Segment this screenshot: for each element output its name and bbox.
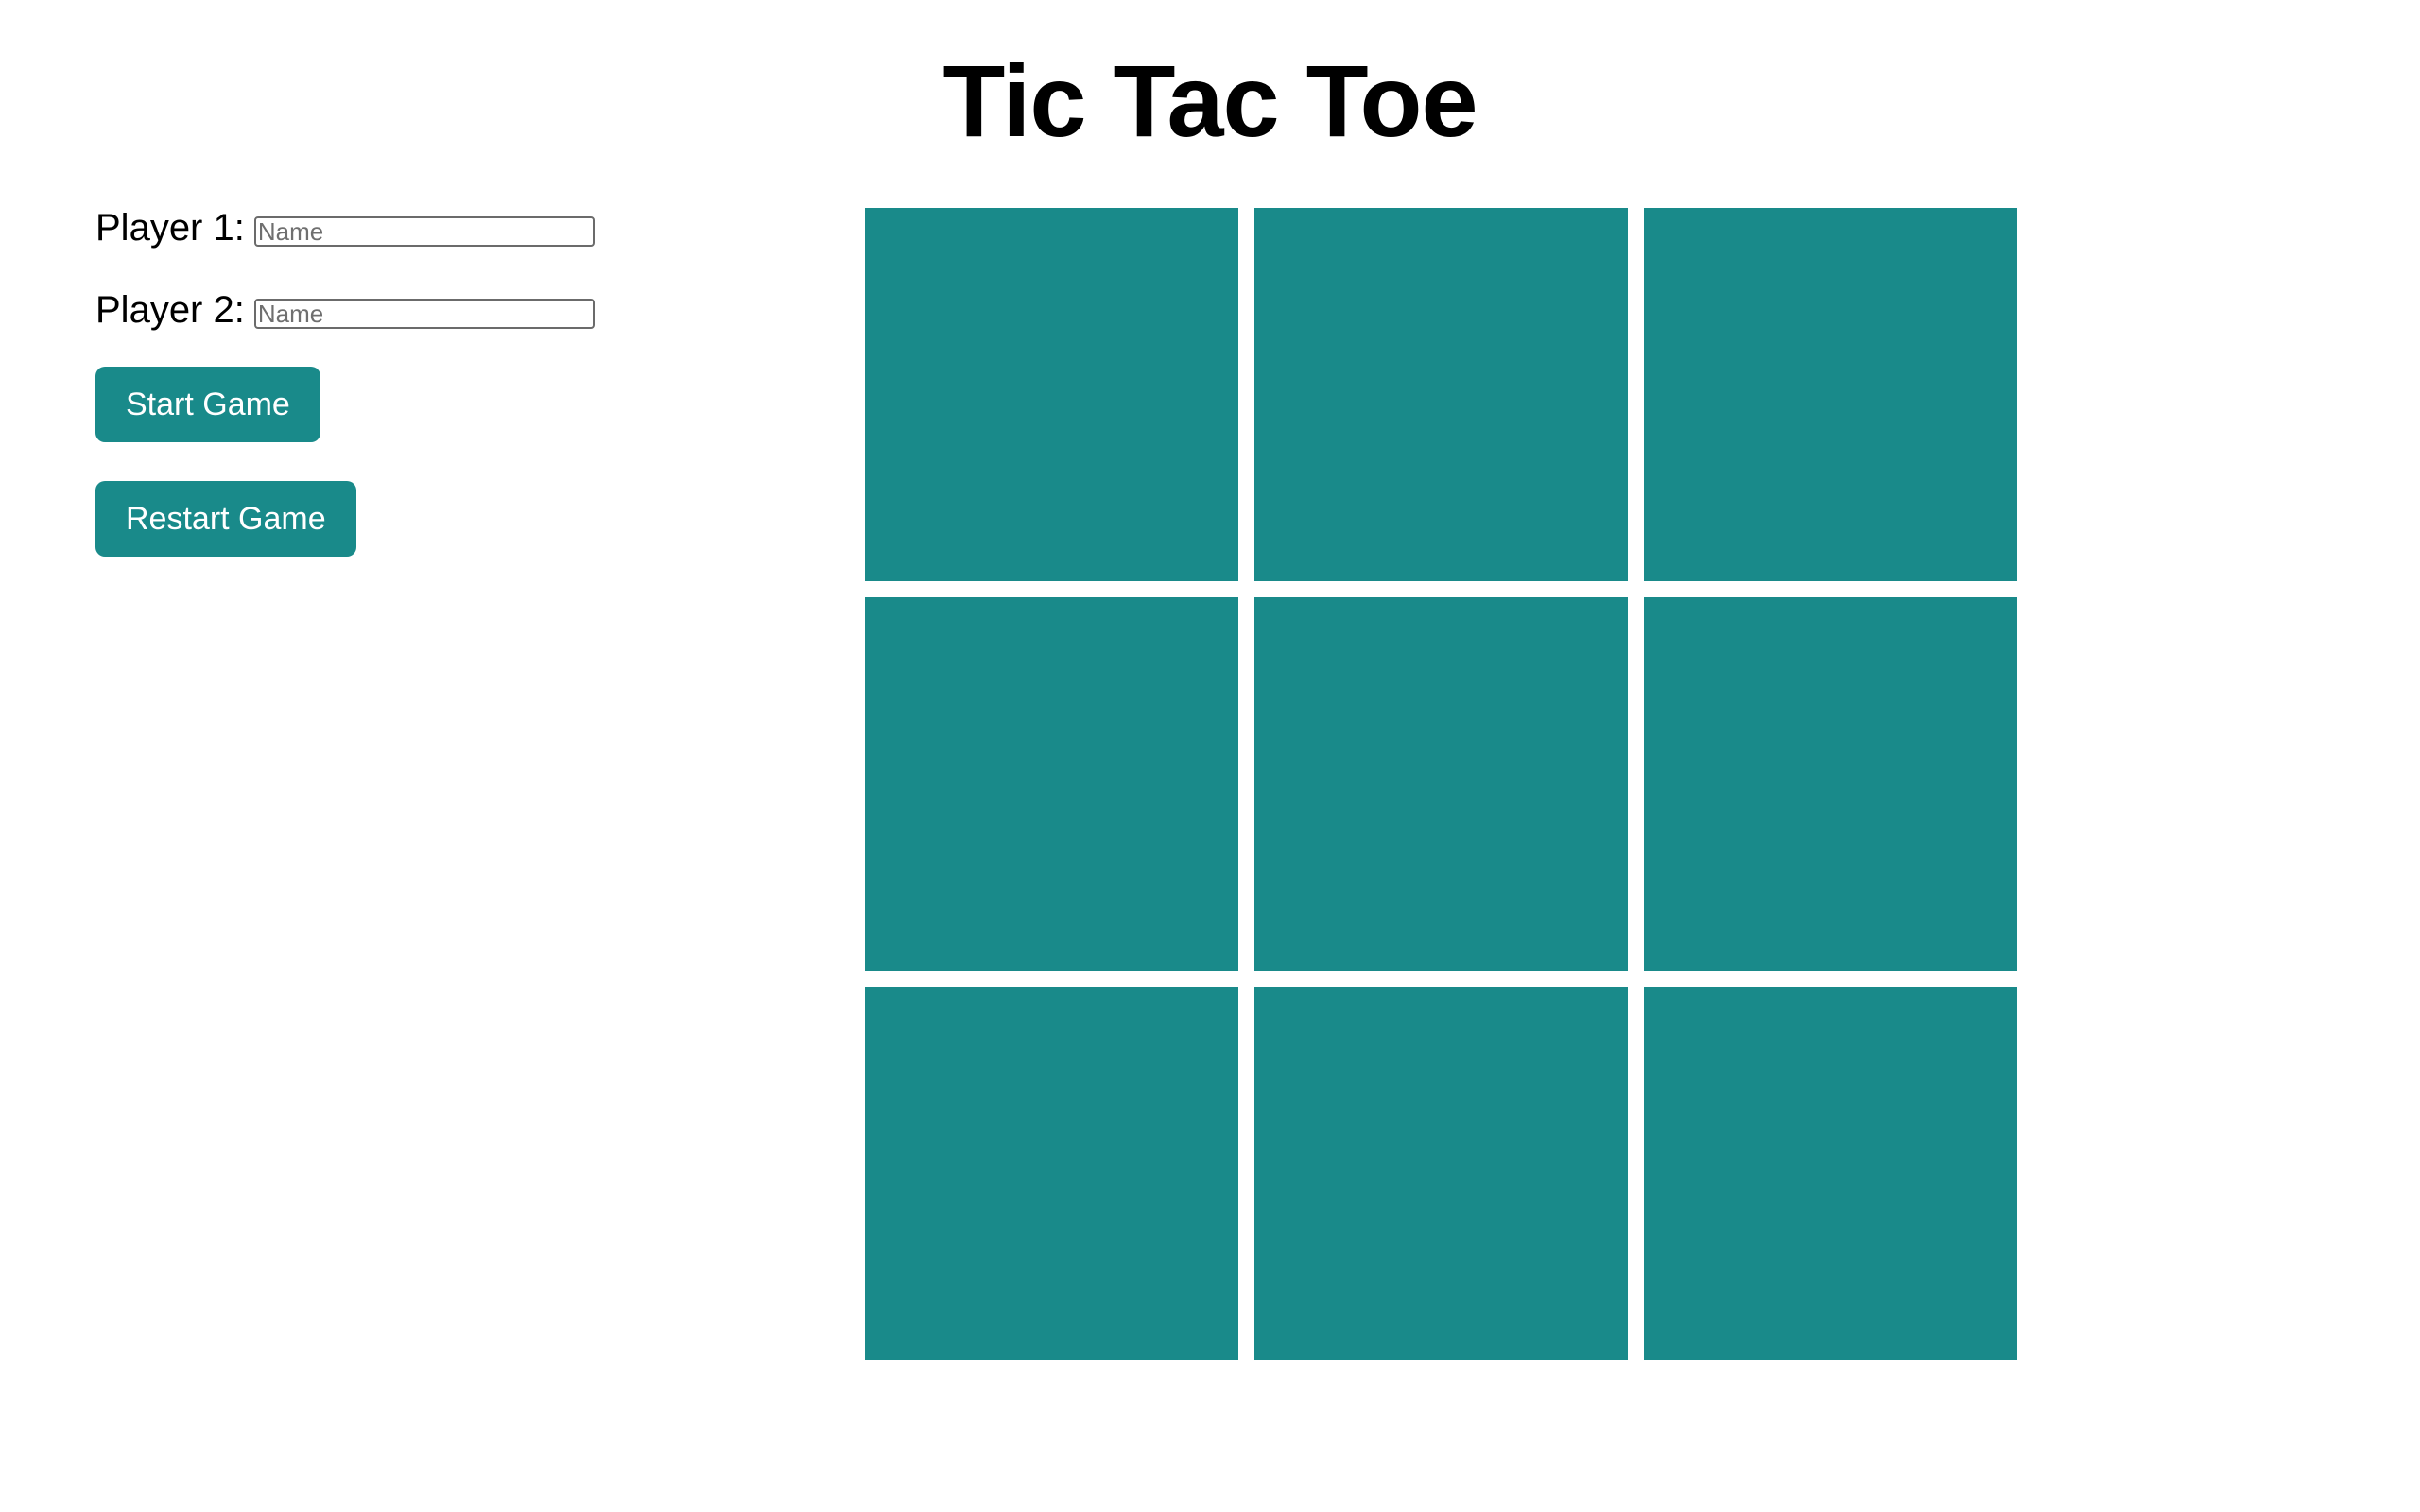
board-cell-6[interactable] [1644, 597, 2017, 971]
player-1-label: Player 1: [95, 207, 245, 249]
board-cell-9[interactable] [1644, 987, 2017, 1360]
start-game-button[interactable]: Start Game [95, 367, 320, 442]
board-cell-5[interactable] [1254, 597, 1628, 971]
page: Tic Tac Toe Player 1: Player 2: Start Ga… [0, 0, 2420, 1512]
board-cell-4[interactable] [865, 597, 1238, 971]
board-cell-3[interactable] [1644, 208, 2017, 581]
player-1-row: Player 1: [95, 202, 663, 253]
board-cell-1[interactable] [865, 208, 1238, 581]
player-2-row: Player 2: [95, 284, 663, 335]
board-cell-8[interactable] [1254, 987, 1628, 1360]
player-2-name-input[interactable] [253, 299, 595, 329]
game-board [865, 208, 2018, 1361]
restart-game-button[interactable]: Restart Game [95, 481, 356, 557]
page-title: Tic Tac Toe [942, 43, 1478, 158]
player-1-name-input[interactable] [253, 216, 595, 247]
board-cell-2[interactable] [1254, 208, 1628, 581]
board-cell-7[interactable] [865, 987, 1238, 1360]
player-controls: Player 1: Player 2: Start Game Restart G… [95, 202, 663, 557]
player-2-label: Player 2: [95, 289, 245, 331]
